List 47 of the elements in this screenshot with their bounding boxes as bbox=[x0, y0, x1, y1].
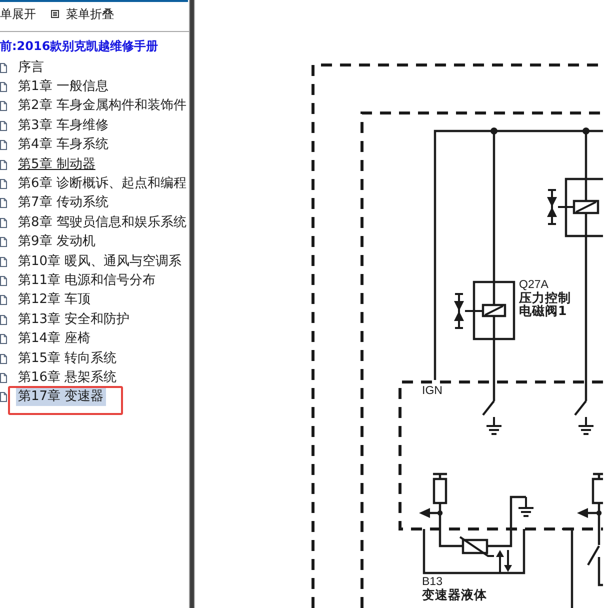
tree-item[interactable]: 第2章 车身金属构件和装饰件 bbox=[16, 97, 188, 116]
tree-item[interactable]: 第8章 驾驶员信息和娱乐系统 bbox=[16, 214, 188, 232]
tree-item[interactable]: 第13章 安全和防护 bbox=[16, 310, 132, 329]
tree-item[interactable]: 第10章 暖风、通风与空调系 bbox=[16, 252, 184, 271]
bidirectional-arrows bbox=[496, 549, 512, 573]
ground-symbol bbox=[486, 416, 502, 435]
junction-dot bbox=[490, 128, 498, 134]
signal-arrow bbox=[577, 508, 599, 518]
component-ref: Q27A bbox=[519, 279, 550, 291]
tree-item[interactable]: 序言 bbox=[16, 58, 46, 77]
tree-item[interactable]: 第17章 变速器 bbox=[16, 388, 106, 406]
ground-symbol bbox=[578, 416, 594, 435]
manual-title: 前:2016款别克凯越维修手册 bbox=[0, 39, 158, 53]
tree-item[interactable]: 第3章 车身维修 bbox=[16, 116, 110, 135]
collapse-button[interactable]: 菜单折叠 bbox=[51, 7, 114, 21]
resistor-symbol bbox=[432, 472, 448, 504]
component-name: 变速器液体 bbox=[422, 588, 487, 601]
junction-dot bbox=[596, 510, 602, 516]
junction-dot bbox=[582, 128, 590, 134]
switch-symbol bbox=[574, 400, 587, 416]
tree-item[interactable]: 第14章 座椅 bbox=[16, 330, 93, 348]
signal-arrow bbox=[419, 508, 440, 518]
wire bbox=[598, 503, 600, 545]
switch-symbol bbox=[587, 545, 600, 566]
wire bbox=[598, 557, 603, 586]
tree-item[interactable]: 第1章 一般信息 bbox=[16, 78, 110, 96]
thermistor-symbol bbox=[459, 536, 494, 557]
pane-splitter[interactable] bbox=[190, 0, 195, 608]
component-name: 压力控制 电磁阀1 bbox=[519, 291, 571, 317]
list-icon bbox=[51, 10, 59, 18]
component-ref: B13 bbox=[422, 576, 444, 588]
expand-button[interactable]: 单展开 bbox=[0, 7, 36, 21]
tree-item[interactable]: 第5章 制动器 bbox=[16, 156, 98, 174]
tree-item[interactable]: 第12章 车顶 bbox=[16, 291, 93, 310]
tree-item[interactable]: 第15章 转向系统 bbox=[16, 350, 119, 368]
tree-item[interactable]: 第6章 诊断概诉、起点和编程 bbox=[16, 175, 188, 194]
tree-item[interactable]: 第16章 悬架系统 bbox=[16, 368, 119, 387]
junction-dot bbox=[437, 510, 443, 516]
wire-label: IGN bbox=[422, 385, 442, 397]
tree-item[interactable]: 第7章 传动系统 bbox=[16, 194, 110, 212]
resistor-symbol bbox=[592, 472, 603, 504]
tree-item[interactable]: 第9章 发动机 bbox=[16, 233, 98, 252]
switch-symbol bbox=[482, 400, 495, 416]
tree-item[interactable]: 第4章 车身系统 bbox=[16, 136, 110, 154]
tree-item[interactable]: 第11章 电源和信号分布 bbox=[16, 272, 158, 290]
ground-symbol bbox=[518, 496, 534, 517]
solenoid-valve-symbol bbox=[454, 280, 516, 340]
